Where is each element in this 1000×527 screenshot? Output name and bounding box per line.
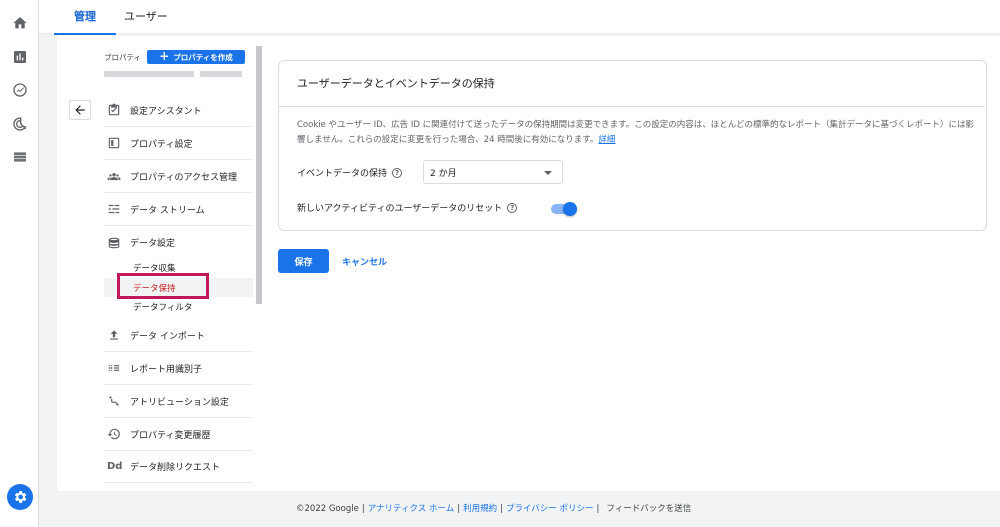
- sidebar-item-data-settings[interactable]: データ設定: [104, 226, 252, 259]
- configure-icon[interactable]: [11, 148, 28, 165]
- save-button[interactable]: 保存: [278, 249, 329, 273]
- sidebar-item-label: アトリビューション設定: [130, 397, 229, 408]
- sidebar-item-reporting-identity[interactable]: レポート用識別子: [104, 352, 252, 385]
- dropdown-arrow-icon: [544, 171, 552, 175]
- property-selector-redacted[interactable]: [104, 68, 244, 80]
- card-description: Cookie やユーザー ID、広告 ID に関連付けて送ったデータの保持期間は…: [297, 118, 977, 148]
- event-retention-value: 2 か月: [430, 168, 457, 179]
- people-icon: [104, 168, 130, 184]
- learn-more-link[interactable]: 詳細: [598, 135, 615, 145]
- explore-icon[interactable]: [11, 81, 28, 98]
- property-settings-icon: [104, 135, 130, 151]
- sidebar-item-access-management[interactable]: プロパティのアクセス管理: [104, 160, 252, 193]
- history-icon: [104, 426, 130, 442]
- redacted-text: [104, 71, 194, 77]
- upload-icon: [104, 327, 130, 343]
- help-icon[interactable]: ?: [507, 202, 518, 213]
- sidebar-item-label: データ削除リクエスト: [130, 462, 221, 473]
- reset-on-activity-toggle[interactable]: [551, 202, 577, 216]
- cancel-button[interactable]: キャンセル: [342, 255, 387, 268]
- redacted-text: [200, 71, 242, 77]
- plus-icon: +: [159, 49, 170, 63]
- dd-icon: Dd: [107, 460, 123, 472]
- sidebar-scrollbar[interactable]: [256, 46, 262, 304]
- property-label: プロパティ: [104, 53, 142, 62]
- reports-icon[interactable]: [11, 48, 28, 65]
- identity-icon: [104, 360, 130, 376]
- reset-on-activity-text: 新しいアクティビティのユーザーデータのリセット: [297, 204, 503, 214]
- toggle-thumb: [563, 202, 577, 216]
- help-icon[interactable]: ?: [392, 167, 403, 178]
- sidebar-item-property-settings[interactable]: プロパティ設定: [104, 127, 252, 160]
- sidebar-item-label: データ設定: [130, 239, 176, 249]
- description-text: Cookie やユーザー ID、広告 ID に関連付けて送ったデータの保持期間は…: [297, 120, 974, 145]
- checklist-icon: [104, 102, 130, 118]
- event-retention-text: イベントデータの保持: [297, 169, 388, 179]
- left-nav-rail: [0, 0, 39, 527]
- sidebar-item-label: 設定アシスタント: [130, 106, 202, 117]
- sidebar-item-data-streams[interactable]: データ ストリーム: [104, 193, 252, 226]
- tab-users[interactable]: ユーザー: [120, 0, 172, 34]
- sidebar-item-setup-assistant[interactable]: 設定アシスタント: [104, 94, 252, 127]
- sidebar-item-label: レポート用識別子: [130, 364, 203, 375]
- sidebar-item-label: プロパティのアクセス管理: [130, 172, 238, 183]
- event-retention-select[interactable]: 2 か月: [423, 160, 563, 184]
- copyright-text: ©2022 Google: [296, 504, 359, 514]
- create-property-button[interactable]: + プロパティを作成: [147, 50, 245, 64]
- top-tab-bar: 管理 ユーザー: [39, 0, 1000, 35]
- footer-link-terms[interactable]: 利用規約: [463, 504, 497, 514]
- footer-feedback[interactable]: フィードバックを送信: [606, 504, 691, 514]
- footer-link-analytics-home[interactable]: アナリティクス ホーム: [368, 504, 455, 514]
- advertising-icon[interactable]: [11, 115, 28, 132]
- attribution-icon: [104, 393, 130, 409]
- tab-admin[interactable]: 管理: [54, 0, 116, 35]
- sidebar-item-attribution-settings[interactable]: アトリビューション設定: [104, 385, 252, 418]
- back-button[interactable]: [69, 100, 91, 120]
- card-title: ユーザーデータとイベントデータの保持: [297, 77, 495, 90]
- reset-on-activity-label: 新しいアクティビティのユーザーデータのリセット ?: [297, 201, 518, 214]
- settings-icon[interactable]: [7, 484, 33, 510]
- sidebar-item-data-deletion-requests[interactable]: Dd データ削除リクエスト: [104, 450, 252, 483]
- sidebar-item-label: プロパティ変更履歴: [130, 430, 211, 441]
- event-retention-label: イベントデータの保持 ?: [297, 166, 403, 179]
- footer: ©2022 Google | アナリティクス ホーム | 利用規約 | プライバシー ポリシ…: [296, 504, 692, 514]
- create-property-label: プロパティを作成: [173, 52, 233, 62]
- arrow-left-icon: [75, 105, 85, 115]
- sidebar-item-change-history[interactable]: プロパティ変更履歴: [104, 418, 252, 451]
- card-divider: [279, 106, 986, 107]
- data-stream-icon: [104, 201, 130, 217]
- sidebar-item-label: データ インポート: [130, 331, 205, 342]
- sidebar-item-data-import[interactable]: データ インポート: [104, 319, 252, 352]
- annotation-highlight-box: [117, 273, 209, 299]
- home-icon[interactable]: [11, 14, 28, 31]
- sidebar-item-label: プロパティ設定: [130, 139, 193, 150]
- data-retention-card: ユーザーデータとイベントデータの保持 Cookie やユーザー ID、広告 ID…: [278, 60, 987, 231]
- sidebar-item-label: データ ストリーム: [130, 205, 205, 216]
- database-icon: [104, 235, 130, 251]
- sidebar-subitem-data-filters[interactable]: データフィルタ: [133, 301, 192, 313]
- footer-link-privacy[interactable]: プライバシー ポリシー: [506, 504, 594, 514]
